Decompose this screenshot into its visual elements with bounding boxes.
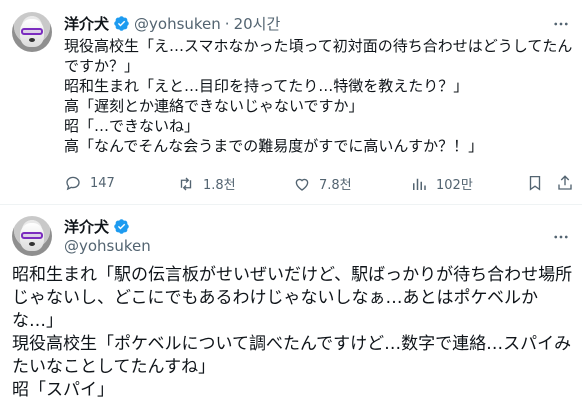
avatar-glasses	[21, 28, 43, 35]
tweet-line: 昭和生まれ「えと…目印を持ってたり…特徴を教えたり？」	[64, 77, 469, 95]
tweet-line: な…」	[12, 311, 63, 331]
views-bar-chart-icon	[413, 178, 426, 190]
tweet-2-handle-row: @yohsuken	[64, 237, 151, 255]
heart-icon	[295, 178, 309, 191]
verified-badge-icon[interactable]	[113, 15, 130, 32]
tweet-2-text: 昭和生まれ「駅の伝言板がせいぜいだけど、駅ばっかりが待ち合わせ場所 じゃないし、…	[12, 264, 578, 402]
view-count: 102만	[436, 178, 473, 193]
reply-icon	[66, 176, 80, 191]
tweet-line: たいなことしてたんすね」	[12, 357, 216, 377]
timestamp[interactable]: 20시간	[234, 13, 281, 34]
tweet-line: 高「なんでそんな会うまでの難易度がすでに高いんすか？！」	[64, 137, 484, 155]
tweet-line: 現役高校生「ポケベルについて調べたんですけど…数字で連絡…スパイみ	[12, 334, 572, 354]
tweet-line: じゃないし、どこにでもあるわけじゃないしなぁ…あとはポケベルか	[12, 288, 538, 308]
retweet-button[interactable]: 1.8천	[177, 174, 236, 193]
retweet-icon	[180, 177, 192, 190]
tweet-line: 昭和生まれ「駅の伝言板がせいぜいだけど、駅ばっかりが待ち合わせ場所	[12, 265, 573, 285]
more-options-icon[interactable]	[552, 228, 570, 246]
separator-dot: ·	[224, 14, 230, 33]
like-button[interactable]: 7.8천	[293, 174, 352, 193]
tweet-line: 昭「スパイ」	[12, 380, 114, 400]
tweet-line: 昭「…できないね」	[64, 117, 200, 135]
tweet-1-header: 洋介犬 @yohsuken · 20시간	[64, 13, 280, 34]
bookmark-icon	[529, 175, 541, 191]
tweet-1-text: 現役高校生「え…スマホなかった頃って初対面の待ち合わせはどうしてたん ですか？」…	[64, 36, 572, 156]
verified-badge-icon[interactable]	[113, 218, 130, 235]
share-icon	[558, 175, 572, 190]
bookmark-button[interactable]	[526, 174, 544, 192]
tweet-2-name: 洋介犬	[64, 216, 130, 237]
tweet-1[interactable]: 洋介犬 @yohsuken · 20시간 現役高校生「え…スマホなかった頃って初…	[0, 0, 582, 200]
tweet-line: 現役高校生「え…スマホなかった頃って初対面の待ち合わせはどうしてたん	[64, 37, 573, 55]
avatar-glasses	[21, 232, 43, 239]
divider	[0, 204, 582, 205]
handle[interactable]: @yohsuken	[134, 15, 221, 33]
tweet-line: 高「遅刻とか連絡できないじゃないですか」	[64, 97, 364, 115]
tweet-actions: 147 1.8천 7.8천 102만	[64, 172, 574, 196]
more-options-icon[interactable]	[552, 15, 570, 33]
like-count: 7.8천	[319, 178, 352, 193]
share-button[interactable]	[556, 174, 574, 192]
avatar-nose	[29, 38, 35, 42]
reply-button[interactable]: 147	[64, 174, 115, 192]
avatar-nose	[29, 242, 35, 246]
reply-count: 147	[90, 175, 115, 191]
display-name[interactable]: 洋介犬	[64, 13, 109, 34]
handle[interactable]: @yohsuken	[64, 237, 151, 255]
avatar[interactable]	[12, 216, 52, 256]
retweet-count: 1.8천	[203, 178, 236, 193]
tweet-line: ですか？」	[64, 57, 140, 75]
views-button[interactable]: 102만	[410, 174, 473, 193]
display-name[interactable]: 洋介犬	[64, 216, 109, 237]
avatar[interactable]	[12, 12, 52, 52]
